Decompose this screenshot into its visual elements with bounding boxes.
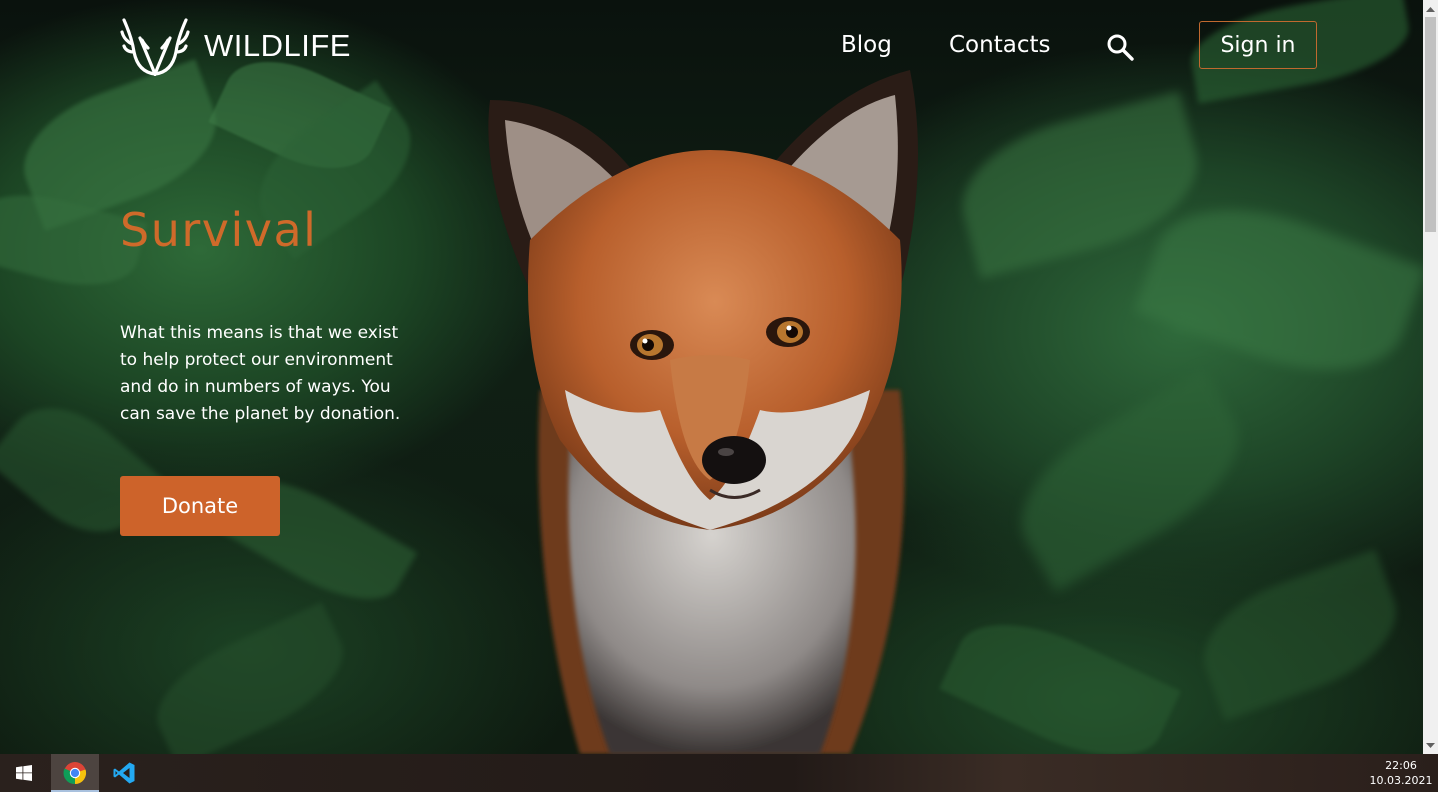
caret-up-icon: [1426, 6, 1435, 12]
search-icon[interactable]: [1106, 33, 1134, 61]
sign-in-button[interactable]: Sign in: [1199, 21, 1317, 69]
clock-time: 22:06: [1385, 759, 1417, 772]
taskbar-chrome[interactable]: [51, 754, 99, 792]
hero-title: Survival: [120, 203, 318, 257]
brand-logo[interactable]: WILDLIFE: [120, 16, 351, 76]
nav-link-blog[interactable]: Blog: [841, 32, 892, 58]
vscode-icon: [113, 762, 135, 784]
clock-date: 10.03.2021: [1369, 774, 1433, 787]
background-leaf: [939, 598, 1181, 754]
background-leaf: [996, 368, 1264, 592]
vertical-scrollbar[interactable]: [1423, 0, 1438, 754]
windows-taskbar: 22:06 10.03.2021: [0, 754, 1438, 792]
background-leaf: [140, 601, 360, 754]
background-leaf: [1187, 549, 1413, 721]
fox-image: [488, 70, 918, 754]
donate-button[interactable]: Donate: [120, 476, 280, 536]
scroll-thumb[interactable]: [1425, 17, 1436, 232]
caret-down-icon: [1426, 742, 1435, 748]
nav-link-contacts[interactable]: Contacts: [949, 32, 1050, 58]
brand-name: WILDLIFE: [204, 28, 351, 63]
hero-description: What this means is that we exist to help…: [120, 323, 401, 424]
background-leaf: [1133, 179, 1423, 401]
start-button[interactable]: [0, 754, 48, 792]
system-clock[interactable]: 22:06 10.03.2021: [1366, 758, 1436, 788]
windows-start-icon: [16, 765, 32, 781]
scroll-down-arrow[interactable]: [1423, 737, 1438, 754]
site-header: WILDLIFE Blog Contacts Sign in: [0, 0, 1423, 95]
antlers-icon: [120, 18, 190, 76]
taskbar-vscode[interactable]: [100, 754, 148, 792]
scroll-up-arrow[interactable]: [1423, 0, 1438, 17]
chrome-icon: [63, 762, 87, 785]
